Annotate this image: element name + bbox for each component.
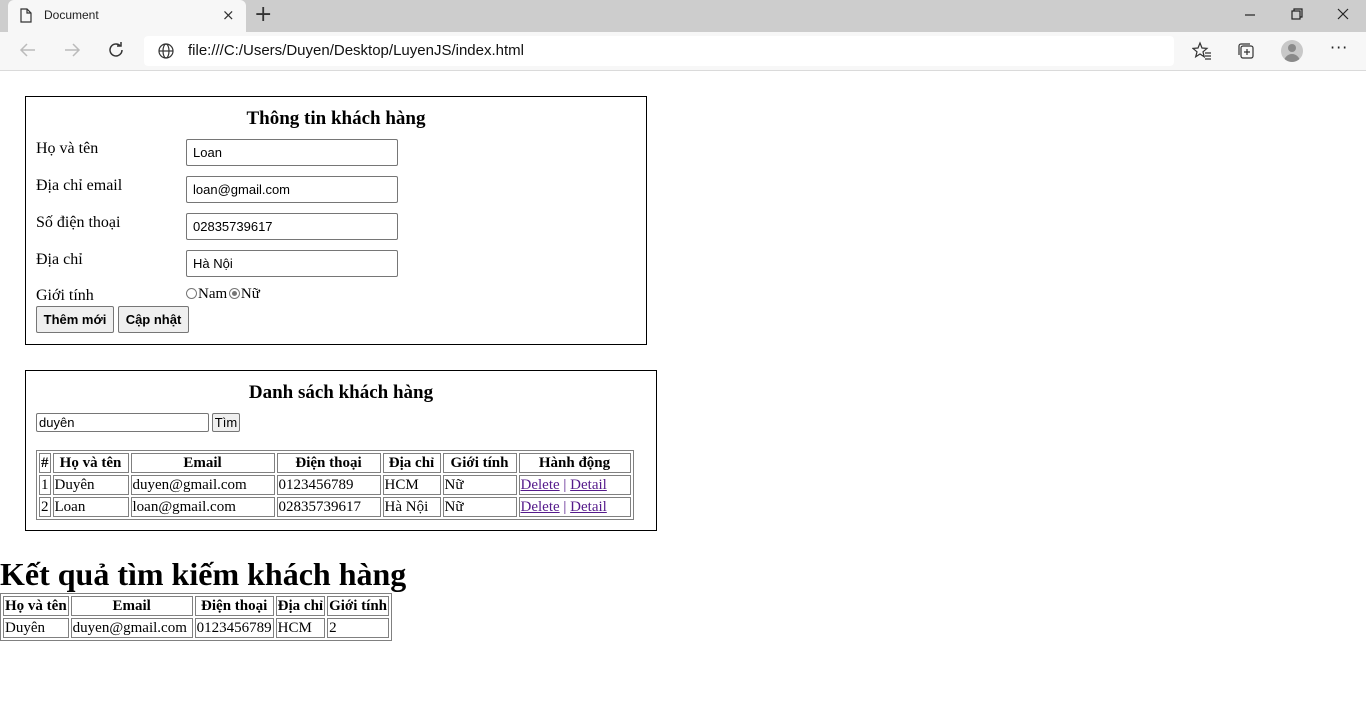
gender-female-label: Nữ bbox=[240, 286, 260, 302]
row-name: Loan bbox=[52, 497, 129, 517]
phone-input[interactable]: 02835739617 bbox=[186, 213, 398, 240]
row-name: Duyên bbox=[3, 618, 69, 638]
email-label: Địa chỉ email bbox=[36, 177, 123, 194]
table-row: 2 Loan loan@gmail.com 02835739617 Hà Nội… bbox=[39, 497, 631, 517]
detail-link[interactable]: Detail bbox=[570, 477, 607, 493]
browser-tab-strip: Document × + bbox=[0, 0, 1366, 32]
column-header: Họ và tên bbox=[52, 453, 129, 473]
table-row: Duyên duyen@gmail.com 0123456789 HCM 2 bbox=[3, 618, 389, 638]
row-email: duyen@gmail.com bbox=[130, 475, 275, 495]
detail-link[interactable]: Detail bbox=[570, 499, 607, 515]
row-name: Duyên bbox=[52, 475, 129, 495]
results-table: Họ và tên Email Điện thoại Địa chỉ Giới … bbox=[0, 593, 392, 641]
column-header: Email bbox=[70, 596, 193, 616]
row-actions: Delete | Detail bbox=[518, 497, 631, 517]
form-title: Thông tin khách hàng bbox=[246, 108, 426, 129]
address-input[interactable]: Hà Nội bbox=[186, 250, 398, 277]
address-bar[interactable]: file:///C:/Users/Duyen/Desktop/LuyenJS/i… bbox=[144, 36, 1174, 66]
minimize-icon[interactable] bbox=[1244, 4, 1256, 28]
url-text[interactable]: file:///C:/Users/Duyen/Desktop/LuyenJS/i… bbox=[188, 42, 524, 59]
column-header: Địa chỉ bbox=[382, 453, 441, 473]
name-input[interactable]: Loan bbox=[186, 139, 398, 166]
search-button[interactable]: Tìm bbox=[212, 413, 240, 432]
row-email: loan@gmail.com bbox=[130, 497, 275, 517]
column-header: Điện thoại bbox=[194, 596, 274, 616]
action-separator: | bbox=[563, 498, 567, 515]
more-icon[interactable]: ··· bbox=[1330, 38, 1348, 57]
close-window-icon[interactable] bbox=[1336, 4, 1350, 28]
phone-label: Số điện thoại bbox=[36, 214, 121, 231]
browser-toolbar: file:///C:/Users/Duyen/Desktop/LuyenJS/i… bbox=[0, 32, 1366, 71]
customer-list: Danh sách khách hàng duyên Tìm # Họ và t… bbox=[25, 370, 657, 531]
gender-label: Giới tính bbox=[36, 287, 94, 304]
table-header-row: # Họ và tên Email Điện thoại Địa chỉ Giớ… bbox=[39, 453, 631, 473]
column-header: Giới tính bbox=[442, 453, 517, 473]
address-label: Địa chỉ bbox=[36, 251, 83, 268]
globe-icon bbox=[157, 42, 175, 65]
action-separator: | bbox=[563, 476, 567, 493]
customer-table: # Họ và tên Email Điện thoại Địa chỉ Giớ… bbox=[36, 450, 634, 520]
gender-female-radio[interactable] bbox=[228, 288, 240, 300]
favorites-icon[interactable] bbox=[1191, 41, 1212, 66]
column-header: Địa chỉ bbox=[275, 596, 326, 616]
table-row: 1 Duyên duyen@gmail.com 0123456789 HCM N… bbox=[39, 475, 631, 495]
customer-form: Thông tin khách hàng Họ và tên Loan Địa … bbox=[25, 96, 647, 345]
column-header: Giới tính bbox=[327, 596, 389, 616]
delete-link[interactable]: Delete bbox=[521, 477, 560, 493]
tab-close-icon[interactable]: × bbox=[222, 6, 235, 24]
row-gender: Nữ bbox=[442, 475, 517, 495]
row-address: HCM bbox=[382, 475, 441, 495]
column-header: # bbox=[39, 453, 51, 473]
gender-male-radio[interactable] bbox=[186, 288, 197, 300]
profile-icon[interactable] bbox=[1281, 40, 1303, 62]
row-index: 1 bbox=[39, 475, 51, 495]
page-icon bbox=[20, 8, 32, 28]
tab-title: Document bbox=[44, 8, 99, 22]
refresh-icon[interactable] bbox=[106, 40, 126, 65]
row-phone: 0123456789 bbox=[194, 618, 274, 638]
update-customer-button[interactable]: Cập nhật bbox=[118, 306, 189, 333]
column-header: Email bbox=[130, 453, 275, 473]
gender-male-label: Nam bbox=[198, 286, 228, 302]
new-tab-button[interactable]: + bbox=[254, 3, 272, 27]
collections-icon[interactable] bbox=[1236, 41, 1256, 66]
name-label: Họ và tên bbox=[36, 140, 99, 157]
row-email: duyen@gmail.com bbox=[70, 618, 193, 638]
gender-options: Nam Nữ bbox=[186, 286, 260, 303]
row-address: Hà Nội bbox=[382, 497, 441, 517]
column-header: Họ và tên bbox=[3, 596, 69, 616]
row-actions: Delete | Detail bbox=[518, 475, 631, 495]
row-gender: Nữ bbox=[442, 497, 517, 517]
list-title: Danh sách khách hàng bbox=[248, 382, 434, 403]
table-header-row: Họ và tên Email Điện thoại Địa chỉ Giới … bbox=[3, 596, 389, 616]
column-header: Hành động bbox=[518, 453, 631, 473]
results-title: Kết quả tìm kiếm khách hàng bbox=[0, 556, 407, 592]
column-header: Điện thoại bbox=[276, 453, 381, 473]
restore-icon[interactable] bbox=[1290, 4, 1304, 28]
add-customer-button[interactable]: Thêm mới bbox=[36, 306, 114, 333]
email-input[interactable]: loan@gmail.com bbox=[186, 176, 398, 203]
browser-tab[interactable]: Document × bbox=[8, 0, 246, 32]
row-phone: 02835739617 bbox=[276, 497, 381, 517]
row-phone: 0123456789 bbox=[276, 475, 381, 495]
search-input[interactable]: duyên bbox=[36, 413, 209, 432]
back-icon[interactable] bbox=[18, 40, 38, 65]
row-index: 2 bbox=[39, 497, 51, 517]
row-gender: 2 bbox=[327, 618, 389, 638]
row-address: HCM bbox=[275, 618, 326, 638]
delete-link[interactable]: Delete bbox=[521, 499, 560, 515]
forward-icon[interactable] bbox=[62, 40, 82, 65]
